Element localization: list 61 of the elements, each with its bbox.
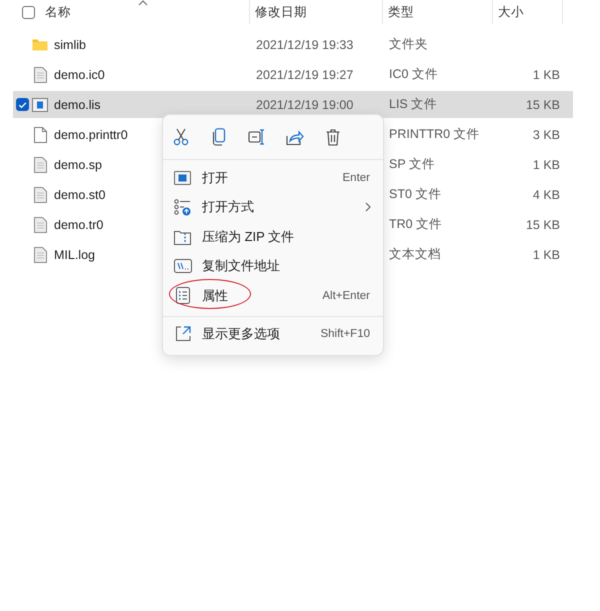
file-type: LIS 文件 (389, 97, 438, 111)
apps-list-icon (174, 198, 191, 216)
file-name[interactable]: demo.tr0 (54, 218, 104, 232)
file-type: SP 文件 (389, 157, 435, 171)
column-header[interactable]: 名称 (45, 4, 71, 20)
properties-icon (176, 287, 190, 304)
shortcut-hint: Alt+Enter (322, 290, 370, 302)
column-header[interactable]: 修改日期 (255, 4, 307, 20)
file-size: 3 KB (532, 128, 560, 142)
menu-item[interactable]: 打开方式 (163, 192, 383, 222)
menu-item[interactable]: 属性 Alt+Enter (163, 281, 383, 310)
path-icon (174, 259, 192, 274)
file-type: 文件夹 (389, 37, 428, 51)
column-header[interactable]: 大小 (498, 4, 524, 20)
document-icon (34, 216, 46, 232)
copy-icon (212, 128, 226, 146)
file-name[interactable]: demo.lis (54, 98, 101, 112)
window-icon (174, 170, 191, 185)
shortcut-hint: Enter (342, 172, 370, 184)
file-type: 文本文档 (389, 247, 441, 261)
file-size: 15 KB (526, 218, 560, 232)
file-name[interactable]: MIL.log (54, 248, 95, 262)
file-size: 4 KB (532, 188, 560, 202)
file-size: 1 KB (532, 68, 560, 82)
document-icon (34, 66, 46, 82)
file-size: 1 KB (532, 248, 560, 262)
menu-item[interactable]: 压缩为 ZIP 文件 (163, 222, 383, 252)
file-name[interactable]: demo.sp (54, 158, 102, 172)
share-icon (286, 128, 304, 146)
zip-folder-icon (174, 228, 191, 245)
menu-item[interactable]: 打开 Enter (163, 163, 383, 192)
modified-date: 2021/12/19 19:27 (256, 68, 354, 82)
file-type: IC0 文件 (389, 67, 438, 81)
file-size: 1 KB (532, 158, 560, 172)
modified-date: 2021/12/19 19:33 (256, 38, 354, 52)
menu-item[interactable]: 复制文件地址 (163, 252, 383, 281)
file-name[interactable]: demo.st0 (54, 188, 106, 202)
document-icon (34, 186, 46, 202)
checkbox[interactable] (22, 6, 35, 18)
file-name[interactable]: simlib (54, 38, 86, 52)
folder-icon (32, 38, 48, 51)
document-icon (34, 246, 46, 262)
trash-icon (326, 128, 340, 146)
selected-row-highlight[interactable]: demo.lis 2021/12/19 19:00 LIS 文件 15 KB (13, 91, 573, 118)
external-options-icon (174, 326, 190, 342)
file-name[interactable]: demo.printtr0 (54, 128, 128, 142)
checkbox[interactable] (16, 98, 29, 111)
file-type: TR0 文件 (389, 217, 442, 231)
document-icon (34, 156, 46, 172)
file-size: 15 KB (526, 98, 560, 112)
window-file-icon (32, 98, 48, 112)
blank-file-icon (34, 126, 46, 142)
rename-icon (248, 128, 266, 146)
shortcut-hint: Shift+F10 (320, 328, 370, 340)
cut-icon (173, 128, 189, 146)
column-header[interactable]: 类型 (388, 4, 414, 20)
file-type: ST0 文件 (389, 187, 442, 201)
file-name[interactable]: demo.ic0 (54, 68, 105, 82)
menu-item[interactable]: 显示更多选项 Shift+F10 (163, 320, 383, 349)
modified-date: 2021/12/19 19:00 (256, 98, 354, 112)
file-type: PRINTTR0 文件 (389, 127, 480, 141)
